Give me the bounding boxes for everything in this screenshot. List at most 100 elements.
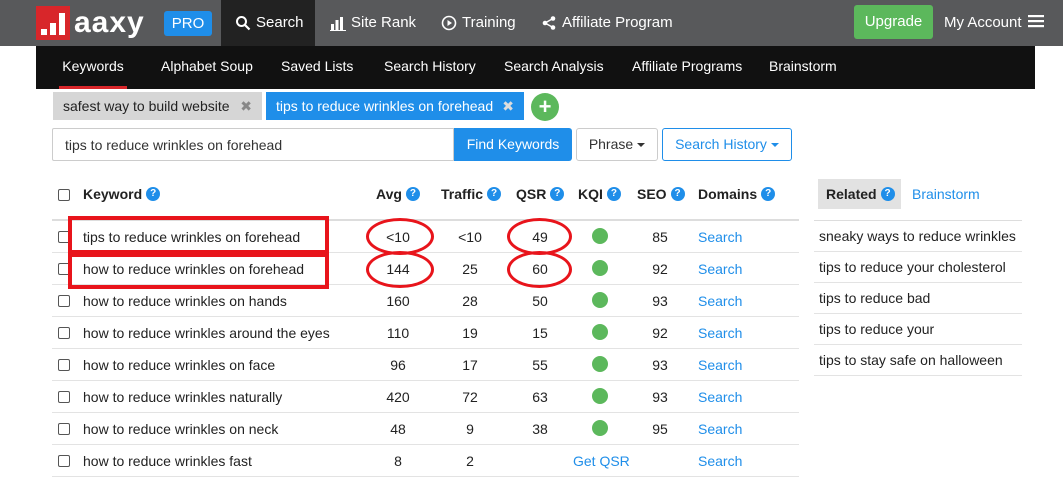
- traffic-cell: 72: [462, 389, 478, 405]
- caret-down-icon: [770, 143, 779, 148]
- column-header-avg[interactable]: Avg?: [376, 186, 420, 202]
- nav-search[interactable]: Search: [221, 0, 315, 46]
- row-checkbox[interactable]: [58, 295, 70, 307]
- column-header-qsr[interactable]: QSR?: [516, 186, 565, 202]
- related-keyword-item[interactable]: tips to stay safe on halloween: [814, 345, 1022, 376]
- domains-search-link[interactable]: Search: [698, 413, 742, 445]
- nav-affiliate-program[interactable]: Affiliate Program: [541, 0, 673, 46]
- brainstorm-tab[interactable]: Brainstorm: [912, 179, 980, 209]
- subnav-saved-lists[interactable]: Saved Lists: [281, 46, 353, 89]
- logo[interactable]: aaxy: [36, 6, 145, 40]
- row-checkbox[interactable]: [58, 359, 70, 371]
- help-icon[interactable]: ?: [761, 187, 776, 201]
- kqi-status-icon: [592, 388, 608, 404]
- keyword-cell[interactable]: how to reduce wrinkles on hands: [83, 285, 287, 317]
- keyword-cell[interactable]: how to reduce wrinkles fast: [83, 445, 252, 477]
- table-row: how to reduce wrinkles around the eyes 11…: [52, 317, 799, 349]
- kqi-status-icon: [592, 420, 608, 436]
- qsr-cell: 15: [532, 325, 548, 341]
- find-keywords-button[interactable]: Find Keywords: [454, 128, 572, 161]
- subnav-brainstorm[interactable]: Brainstorm: [769, 46, 837, 89]
- search-icon: [236, 16, 251, 31]
- help-icon[interactable]: ?: [550, 187, 565, 201]
- select-all-checkbox[interactable]: [58, 189, 70, 201]
- domains-search-link[interactable]: Search: [698, 253, 742, 285]
- nav-training[interactable]: Training: [441, 0, 516, 46]
- kqi-status-icon: [592, 324, 608, 340]
- related-keyword-item[interactable]: tips to reduce your cholesterol: [814, 252, 1022, 283]
- keyword-cell[interactable]: how to reduce wrinkles naturally: [83, 381, 282, 413]
- bar-chart-icon: [330, 17, 346, 31]
- play-circle-icon: [441, 15, 457, 31]
- domains-search-link[interactable]: Search: [698, 445, 742, 477]
- avg-cell: 420: [386, 389, 410, 405]
- search-tab-tips-wrinkles[interactable]: tips to reduce wrinkles on forehead ✖: [266, 92, 524, 120]
- related-keyword-item[interactable]: tips to reduce your: [814, 314, 1022, 345]
- domains-search-link[interactable]: Search: [698, 285, 742, 317]
- search-history-dropdown[interactable]: Search History: [662, 128, 792, 161]
- keyword-cell[interactable]: how to reduce wrinkles on face: [83, 349, 275, 381]
- keyword-cell[interactable]: how to reduce wrinkles around the eyes: [83, 317, 330, 349]
- kqi-status-icon: [592, 292, 608, 308]
- subnav-keywords[interactable]: Keywords: [59, 46, 127, 89]
- domains-search-link[interactable]: Search: [698, 317, 742, 349]
- help-icon[interactable]: ?: [670, 187, 685, 201]
- row-checkbox[interactable]: [58, 455, 70, 467]
- close-tab-icon[interactable]: ✖: [502, 92, 514, 120]
- column-header-seo[interactable]: SEO?: [637, 186, 685, 202]
- help-icon[interactable]: ?: [606, 187, 621, 201]
- kqi-status-icon: [592, 356, 608, 372]
- domains-search-link[interactable]: Search: [698, 349, 742, 381]
- sub-navigation-bar: Keywords Alphabet Soup Saved Lists Searc…: [36, 46, 1035, 89]
- help-icon[interactable]: ?: [405, 187, 420, 201]
- subnav-alphabet-soup[interactable]: Alphabet Soup: [161, 46, 253, 89]
- avg-cell: 160: [386, 293, 410, 309]
- phrase-dropdown[interactable]: Phrase: [576, 128, 658, 161]
- related-tab[interactable]: Related?: [818, 179, 901, 209]
- column-header-keyword[interactable]: Keyword?: [83, 186, 161, 202]
- kqi-status-icon: [592, 228, 608, 244]
- row-checkbox[interactable]: [58, 327, 70, 339]
- column-header-domains[interactable]: Domains?: [698, 186, 776, 202]
- logo-text: aaxy: [74, 6, 145, 39]
- keyword-cell[interactable]: how to reduce wrinkles on neck: [83, 413, 278, 445]
- domains-search-link[interactable]: Search: [698, 381, 742, 413]
- qsr-cell: 50: [532, 293, 548, 309]
- seo-cell: 92: [652, 325, 668, 341]
- traffic-cell: 2: [466, 453, 474, 469]
- related-keyword-item[interactable]: tips to reduce bad: [814, 283, 1022, 314]
- column-header-traffic[interactable]: Traffic?: [441, 186, 502, 202]
- subnav-search-history[interactable]: Search History: [384, 46, 476, 89]
- search-tab-safest-way[interactable]: safest way to build website ✖: [53, 92, 262, 120]
- column-header-kqi[interactable]: KQI?: [578, 186, 621, 202]
- table-row: how to reduce wrinkles on hands 160 28 50 93…: [52, 285, 799, 317]
- avg-cell: 96: [390, 357, 406, 373]
- row-checkbox[interactable]: [58, 423, 70, 435]
- table-row: how to reduce wrinkles naturally 420 72 63 9…: [52, 381, 799, 413]
- keyword-search-input[interactable]: [52, 128, 454, 161]
- annotation-box: [68, 253, 329, 289]
- annotation-box: [68, 216, 329, 254]
- row-checkbox[interactable]: [58, 391, 70, 403]
- traffic-cell: 17: [462, 357, 478, 373]
- close-tab-icon[interactable]: ✖: [240, 92, 252, 120]
- related-keyword-item[interactable]: sneaky ways to reduce wrinkles: [814, 221, 1022, 252]
- help-icon[interactable]: ?: [487, 187, 502, 201]
- my-account-menu[interactable]: My Account: [944, 0, 1044, 46]
- avg-cell: 110: [386, 325, 410, 341]
- traffic-cell: 9: [466, 421, 474, 437]
- seo-cell: 93: [652, 389, 668, 405]
- help-icon[interactable]: ?: [146, 187, 161, 201]
- subnav-search-analysis[interactable]: Search Analysis: [504, 46, 604, 89]
- domains-search-link[interactable]: Search: [698, 221, 742, 253]
- help-icon[interactable]: ?: [880, 187, 895, 201]
- traffic-cell: 25: [462, 261, 478, 277]
- share-icon: [542, 16, 556, 30]
- upgrade-button[interactable]: Upgrade: [854, 5, 933, 39]
- nav-site-rank[interactable]: Site Rank: [330, 0, 416, 46]
- qsr-cell: 38: [532, 421, 548, 437]
- get-qsr-link[interactable]: Get QSR: [573, 445, 630, 477]
- add-tab-icon[interactable]: +: [531, 93, 559, 121]
- related-keywords-list: sneaky ways to reduce wrinkles tips to re…: [814, 220, 1022, 376]
- subnav-affiliate-programs[interactable]: Affiliate Programs: [632, 46, 742, 89]
